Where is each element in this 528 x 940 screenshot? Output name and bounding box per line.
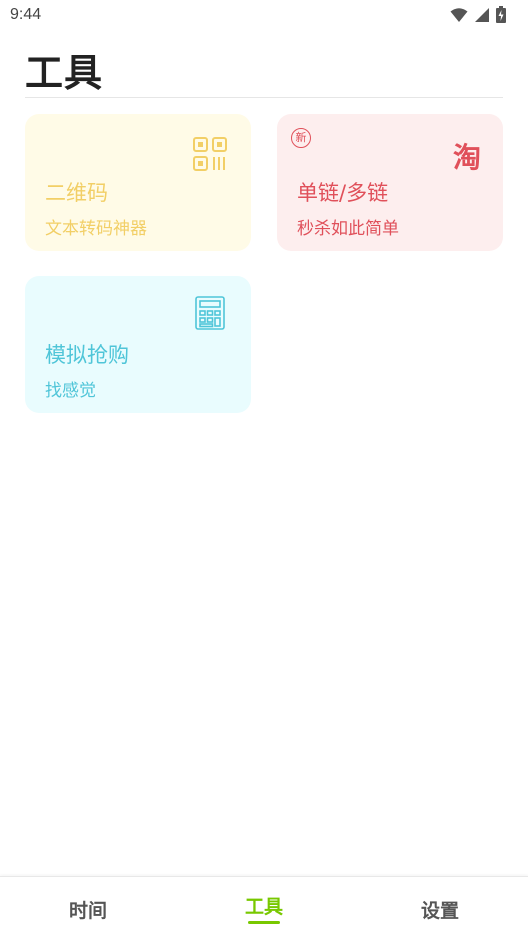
page-title: 工具 — [25, 51, 104, 95]
nav-item-tools[interactable]: 工具 — [176, 877, 352, 940]
card-title: 模拟抢购 — [45, 343, 129, 367]
nav-item-settings[interactable]: 设置 — [352, 877, 528, 940]
active-tab-indicator — [248, 921, 280, 924]
link-card[interactable]: 新 淘 单链/多链 秒杀如此简单 — [277, 114, 503, 251]
battery-icon — [496, 6, 506, 23]
status-time: 9:44 — [10, 6, 42, 23]
nav-label: 设置 — [420, 900, 459, 922]
nav-label: 时间 — [68, 900, 107, 922]
simulate-purchase-card[interactable]: 模拟抢购 找感觉 — [25, 276, 251, 413]
qrcode-icon — [193, 137, 227, 171]
signal-icon — [475, 7, 489, 22]
card-subtitle: 文本转码神器 — [45, 219, 147, 239]
qrcode-card[interactable]: 二维码 文本转码神器 — [25, 114, 251, 251]
status-bar: 9:44 — [0, 0, 528, 30]
card-title: 单链/多链 — [297, 181, 389, 205]
wifi-icon — [450, 7, 468, 22]
divider — [25, 97, 503, 98]
card-subtitle: 找感觉 — [45, 381, 96, 401]
nav-item-time[interactable]: 时间 — [0, 877, 176, 940]
status-icons — [450, 6, 506, 23]
card-title: 二维码 — [45, 181, 108, 205]
taobao-icon: 淘 — [452, 141, 481, 174]
calculator-icon — [195, 296, 225, 330]
nav-label: 工具 — [244, 896, 283, 918]
card-subtitle: 秒杀如此简单 — [297, 219, 399, 239]
new-badge: 新 — [291, 128, 311, 148]
bottom-nav: 时间 工具 设置 — [0, 876, 528, 940]
